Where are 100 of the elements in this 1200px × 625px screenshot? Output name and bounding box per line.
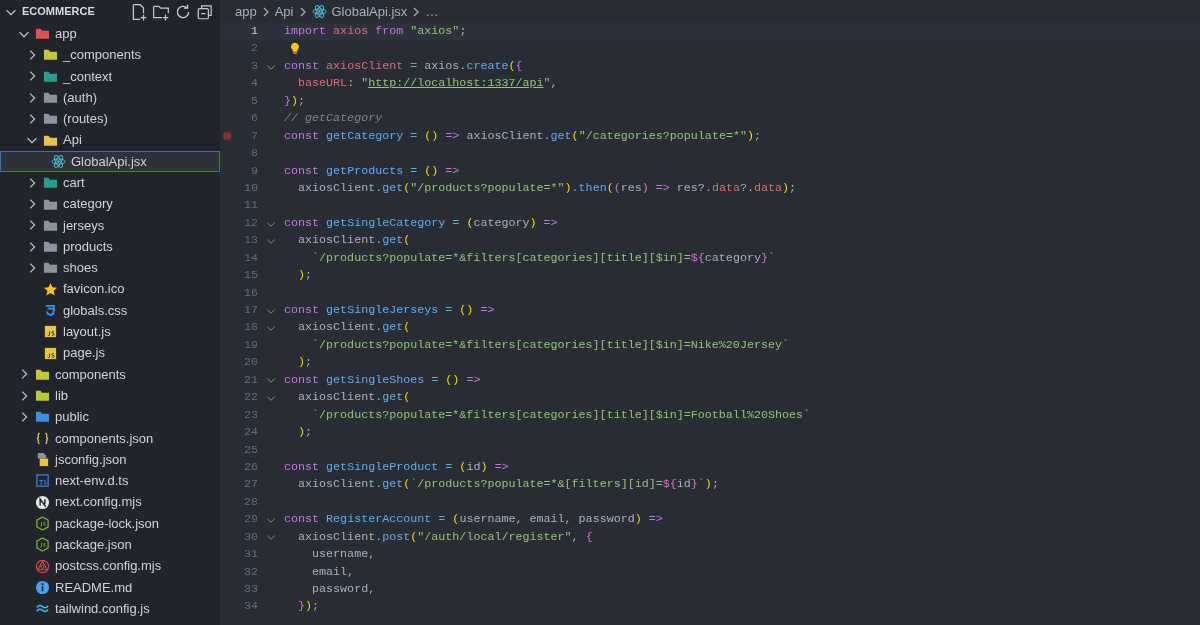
tree-item[interactable]: package-lock.json	[0, 512, 220, 535]
line-number: 16	[242, 284, 258, 302]
code-line: );	[297, 267, 313, 285]
code-line: `/products?populate=*&filters[categories][title][$in]=Nike%20Jersey`	[311, 336, 789, 354]
tree-item[interactable]: layout.js	[0, 321, 220, 343]
collapse-all-icon[interactable]	[196, 2, 214, 21]
code-line: axiosClient.get(`/products?populate=*&[filters][id]=${id}`);	[297, 476, 719, 494]
breadcrumb-item[interactable]: Api	[274, 1, 294, 22]
tree-item[interactable]: tailwind.config.js	[0, 598, 220, 620]
tree-item[interactable]: app	[0, 23, 220, 45]
line-number: 32	[242, 563, 258, 581]
line-number: 21	[242, 371, 258, 389]
code-line: axiosClient.get(	[297, 319, 411, 337]
line-number: 24	[242, 424, 258, 442]
code-line: const getCategory = () => axiosClient.get("/categories?populate=*");	[284, 127, 761, 145]
line-number: 9	[250, 162, 258, 180]
tree-item[interactable]: GlobalApi.jsx	[0, 150, 220, 173]
code-line: axiosClient.post("/auth/local/register", {	[297, 528, 593, 546]
code-line: password,	[311, 581, 376, 598]
hexagon-icon	[35, 537, 50, 553]
line-number: 33	[242, 581, 258, 598]
tree-item[interactable]: _context	[0, 65, 220, 87]
info-icon	[35, 579, 50, 595]
breadcrumb-item[interactable]: app	[235, 1, 257, 22]
lightbulb-icon[interactable]	[288, 42, 302, 57]
tree-item[interactable]: components.json	[0, 427, 220, 449]
code-line: const getSingleShoes = () =>	[284, 371, 481, 389]
line-number: 26	[242, 458, 258, 476]
code-line: const getSingleProduct = (id) =>	[284, 458, 509, 476]
tree-item[interactable]: postcss.config.mjs	[0, 555, 220, 577]
code-line: );	[297, 424, 313, 442]
postcss-icon	[35, 558, 50, 574]
code-line: baseURL: "http://localhost:1337/api",	[297, 75, 558, 93]
line-number: 15	[242, 267, 258, 285]
line-number: 10	[242, 179, 258, 197]
line-number: 25	[242, 441, 258, 459]
code-line: // getCategory	[284, 110, 383, 128]
tree-item[interactable]: page.js	[0, 342, 220, 364]
tree-item[interactable]: Api	[0, 129, 220, 151]
tree-item[interactable]: (auth)	[0, 86, 220, 109]
tree-item[interactable]: _components	[0, 44, 220, 66]
line-number: 12	[242, 214, 258, 232]
tree-item[interactable]: cart	[0, 172, 220, 194]
line-number: 34	[242, 598, 258, 616]
code-line: `/products?populate=*&filters[categories][title][$in]=Football%20Shoes`	[311, 406, 811, 424]
line-number: 11	[242, 197, 258, 215]
line-number: 18	[242, 319, 258, 337]
circle-n-icon	[35, 494, 50, 510]
line-number: 1	[250, 23, 258, 40]
line-number: 17	[242, 302, 258, 319]
code-line: });	[284, 92, 306, 110]
react-atom-icon	[311, 4, 327, 19]
new-file-icon[interactable]	[130, 2, 148, 21]
code-line: axiosClient.get(	[297, 232, 411, 250]
line-number: 22	[242, 389, 258, 407]
tree-item[interactable]: next.config.mjs	[0, 491, 220, 513]
line-number: 13	[242, 232, 258, 250]
line-number: 2	[250, 40, 258, 58]
line-number: 14	[242, 249, 258, 267]
refresh-icon[interactable]	[174, 2, 192, 21]
code-line: `/products?populate=*&filters[categories][title][$in]=${category}`	[311, 249, 775, 267]
hexagon-icon	[35, 515, 50, 531]
breadcrumb-item[interactable]: GlobalApi.jsx	[331, 1, 408, 22]
line-number: 20	[242, 354, 258, 372]
tree-item[interactable]: package.json	[0, 534, 220, 556]
code-line: const getProducts = () =>	[284, 162, 460, 180]
code-line: const axiosClient = axios.create({	[284, 57, 523, 75]
line-number: 8	[250, 145, 258, 163]
tree-item[interactable]: (routes)	[0, 108, 220, 130]
line-number: 19	[242, 336, 258, 354]
code-line: const getSingleCategory = (category) =>	[284, 214, 558, 232]
tree-item[interactable]: lib	[0, 385, 220, 407]
code-line: username,	[311, 546, 376, 564]
tree-item[interactable]: components	[0, 363, 220, 386]
code-line: axiosClient.get(	[297, 389, 411, 407]
tree-item[interactable]: favicon.ico	[0, 278, 220, 300]
tree-item[interactable]: category	[0, 193, 220, 215]
line-number: 3	[250, 57, 258, 75]
line-number: 4	[250, 75, 258, 93]
tree-item[interactable]: products	[0, 235, 220, 258]
line-number: 27	[242, 476, 258, 494]
line-number: 29	[242, 511, 258, 529]
code-line: email,	[311, 563, 355, 581]
line-number: 23	[242, 406, 258, 424]
tree-item[interactable]: README.md	[0, 576, 220, 598]
code-line: const getSingleJerseys = () =>	[284, 302, 495, 319]
line-number: 28	[242, 493, 258, 511]
tree-item[interactable]: next-env.d.ts	[0, 470, 220, 492]
tree-item[interactable]: jsconfig.json	[0, 448, 220, 471]
js-file-icon	[43, 324, 58, 340]
tree-item[interactable]: shoes	[0, 257, 220, 279]
code-line: });	[297, 598, 320, 616]
braces-icon	[35, 430, 50, 446]
breadcrumb-item[interactable]: …	[425, 1, 439, 22]
tree-item[interactable]: jerseys	[0, 214, 220, 236]
react-atom-icon	[51, 153, 66, 169]
tree-item[interactable]: globals.css	[0, 299, 220, 322]
line-number: 7	[250, 127, 258, 145]
config-file-icon	[35, 452, 50, 468]
tree-item[interactable]: public	[0, 406, 220, 428]
